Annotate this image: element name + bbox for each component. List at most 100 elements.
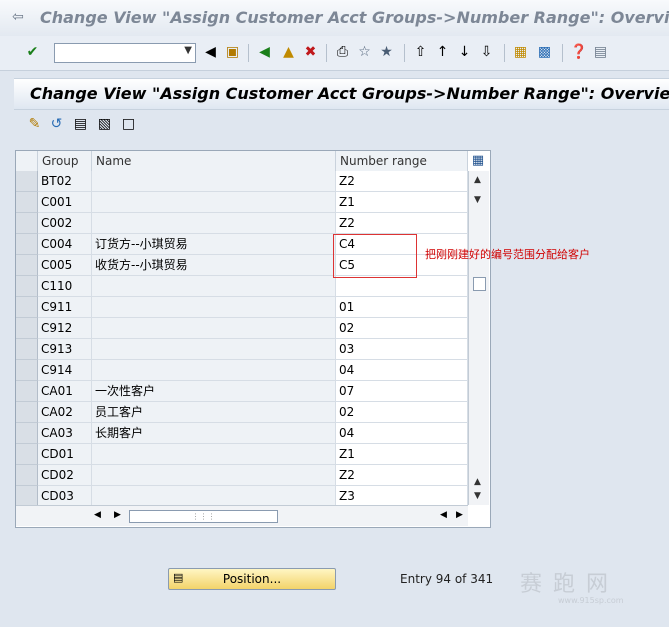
table-control: Group Name Number range ▦ BT02 Z2 C001 Z1 C0… (15, 150, 491, 528)
enter-check-icon[interactable]: ✔ (24, 44, 41, 61)
scroll-left-end-icon[interactable]: ◀ (440, 510, 447, 520)
cell-group: C912 (38, 318, 92, 339)
cell-number-range[interactable]: 04 (336, 423, 468, 444)
position-button-label: Position... (222, 572, 282, 586)
save-icon[interactable]: ▣ (224, 44, 241, 61)
select-block-icon[interactable]: ▧ (96, 116, 113, 133)
watermark-url: www.915sp.com (558, 596, 624, 605)
find-icon[interactable]: ☆ (356, 44, 373, 61)
cell-group: C110 (38, 276, 92, 297)
row-selector[interactable] (16, 339, 38, 360)
cell-group: C002 (38, 213, 92, 234)
row-selector[interactable] (16, 213, 38, 234)
highlight-box (333, 234, 417, 278)
vertical-scrollbar[interactable]: ▲ ▼ ▲ ▼ (468, 171, 489, 505)
row-selector[interactable] (16, 234, 38, 255)
column-header-number-range[interactable]: Number range (336, 151, 468, 171)
deselect-all-icon[interactable]: □ (120, 116, 137, 133)
window-titlebar: ⇦ Change View "Assign Customer Acct Grou… (0, 0, 669, 36)
first-page-icon[interactable]: ⇧ (412, 44, 429, 61)
toolbar-separator (404, 44, 405, 62)
column-header-group[interactable]: Group (38, 151, 92, 171)
customize-layout-icon[interactable]: ▤ (592, 44, 609, 61)
cell-number-range[interactable]: 07 (336, 381, 468, 402)
row-selector[interactable] (16, 318, 38, 339)
toolbar-separator (326, 44, 327, 62)
cell-number-range[interactable]: Z1 (336, 444, 468, 465)
row-selector[interactable] (16, 192, 38, 213)
cancel-icon[interactable]: ✖ (302, 44, 319, 61)
toolbar-separator (248, 44, 249, 62)
cell-group: C911 (38, 297, 92, 318)
cell-number-range[interactable]: Z2 (336, 213, 468, 234)
shortcut-icon[interactable]: ▩ (536, 44, 553, 61)
table-settings-icon[interactable]: ▦ (470, 153, 486, 169)
column-header-name[interactable]: Name (92, 151, 336, 171)
entry-status: Entry 94 of 341 (400, 572, 494, 586)
display-change-icon[interactable]: ✎ (26, 116, 43, 133)
cell-number-range[interactable]: 04 (336, 360, 468, 381)
cell-name: 员工客户 (92, 402, 336, 423)
row-selector[interactable] (16, 465, 38, 486)
cell-name: 订货方--小琪贸易 (92, 234, 336, 255)
vertical-scroll-thumb[interactable] (473, 277, 486, 291)
row-selector[interactable] (16, 276, 38, 297)
cell-number-range[interactable]: 01 (336, 297, 468, 318)
horizontal-scroll-thumb[interactable]: ⋮⋮⋮ (129, 510, 278, 523)
scroll-right-end-icon[interactable]: ▶ (456, 510, 463, 520)
table-header: Group Name Number range (16, 151, 468, 172)
last-page-icon[interactable]: ⇩ (478, 44, 495, 61)
row-selector[interactable] (16, 423, 38, 444)
cell-number-range[interactable]: Z2 (336, 171, 468, 192)
scroll-up-icon[interactable]: ▲ (474, 175, 481, 185)
cell-name: 收货方--小琪贸易 (92, 255, 336, 276)
exit-icon[interactable]: ⇦ (12, 10, 26, 24)
undo-icon[interactable]: ↺ (48, 116, 65, 133)
row-selector[interactable] (16, 402, 38, 423)
scroll-down-icon[interactable]: ▼ (474, 491, 481, 501)
cell-number-range[interactable]: 02 (336, 402, 468, 423)
new-session-icon[interactable]: ▦ (512, 44, 529, 61)
horizontal-scrollbar[interactable]: ◀ ▶ ⋮⋮⋮ ◀ ▶ (16, 505, 468, 526)
chevron-down-icon[interactable]: ▼ (184, 45, 192, 56)
cell-group: CA03 (38, 423, 92, 444)
scroll-left-icon[interactable]: ◀ (94, 510, 101, 520)
row-selector[interactable] (16, 486, 38, 507)
cell-number-range[interactable]: Z3 (336, 486, 468, 507)
header-selector[interactable] (16, 151, 38, 171)
row-selector[interactable] (16, 381, 38, 402)
scroll-down-step-icon[interactable]: ▼ (474, 195, 481, 205)
scroll-right-icon[interactable]: ▶ (114, 510, 121, 520)
cell-group: C004 (38, 234, 92, 255)
command-field[interactable]: ▼ (54, 43, 196, 63)
back-icon[interactable]: ◀ (256, 44, 273, 61)
row-selector[interactable] (16, 360, 38, 381)
row-selector[interactable] (16, 444, 38, 465)
print-icon[interactable]: ⎙ (334, 44, 351, 61)
position-button[interactable]: ▤ Position... (168, 568, 336, 590)
row-selector[interactable] (16, 255, 38, 276)
cell-name (92, 486, 336, 507)
help-icon[interactable]: ❓ (570, 44, 587, 61)
cell-number-range[interactable]: 02 (336, 318, 468, 339)
cell-group: CD03 (38, 486, 92, 507)
toolbar-separator (504, 44, 505, 62)
back-triangle-icon[interactable]: ◀ (202, 44, 219, 61)
cell-name (92, 339, 336, 360)
toolbar-separator (562, 44, 563, 62)
row-selector[interactable] (16, 297, 38, 318)
row-selector[interactable] (16, 171, 38, 192)
exit-up-icon[interactable]: ▲ (280, 44, 297, 61)
previous-page-icon[interactable]: ↑ (434, 44, 451, 61)
cell-number-range[interactable]: Z1 (336, 192, 468, 213)
select-all-icon[interactable]: ▤ (72, 116, 89, 133)
application-toolbar: ✎ ↺ ▤ ▧ □ (14, 110, 669, 138)
cell-group: C001 (38, 192, 92, 213)
page-title: Change View "Assign Customer Acct Groups… (30, 84, 669, 103)
cell-number-range[interactable] (336, 276, 468, 297)
cell-number-range[interactable]: 03 (336, 339, 468, 360)
next-page-icon[interactable]: ↓ (456, 44, 473, 61)
scroll-up-step-icon[interactable]: ▲ (474, 477, 481, 487)
find-next-icon[interactable]: ★ (378, 44, 395, 61)
cell-number-range[interactable]: Z2 (336, 465, 468, 486)
